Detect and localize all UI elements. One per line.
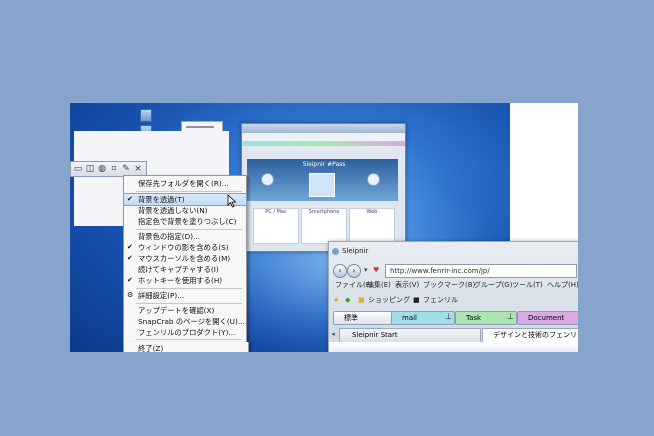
gear-icon: ⚙ bbox=[127, 291, 134, 299]
menu-item-settings[interactable]: ⚙ 詳細設定(P)... bbox=[124, 290, 246, 301]
back-icon[interactable]: ‹ bbox=[333, 264, 347, 278]
menu-item-hotkey[interactable]: ✔ ホットキーを使用する(H) bbox=[124, 275, 246, 286]
menu-separator bbox=[136, 191, 242, 192]
tab-group-document[interactable]: Document bbox=[517, 311, 578, 325]
check-icon: ✔ bbox=[127, 243, 133, 251]
thumbnail-banner: Sleipnir #Pass bbox=[247, 159, 398, 201]
bookmark-bar: ★ ◆ ■ ショッピング ■ フェンリル bbox=[329, 294, 578, 306]
thumbnail-card: PC / Mac bbox=[253, 208, 299, 244]
check-icon: ✔ bbox=[127, 195, 133, 203]
card-label: Smartphone bbox=[308, 209, 340, 215]
menu-bookmark[interactable]: ブックマーク(B) bbox=[423, 280, 475, 291]
thumbnail-card: Smartphone bbox=[301, 208, 347, 244]
card-label: Web bbox=[366, 209, 378, 215]
menu-item-open-folder[interactable]: 保存先フォルダを開く(R)... bbox=[124, 178, 246, 189]
menu-bar: ファイル(F) 編集(E) 表示(V) ブックマーク(B) グループ(G) ツー… bbox=[329, 280, 578, 291]
menu-item-exit[interactable]: 終了(Z) bbox=[124, 343, 246, 352]
bookmark-fenrir[interactable]: フェンリル bbox=[423, 294, 458, 306]
menu-separator bbox=[136, 229, 242, 230]
bookmark-shopping[interactable]: ショッピング bbox=[368, 294, 410, 306]
web-icon[interactable]: ◍ bbox=[97, 164, 107, 174]
tab-group-standard[interactable]: 標準 bbox=[333, 311, 395, 325]
address-bar[interactable]: http://www.fenrir-inc.com/jp/ bbox=[385, 264, 577, 278]
menu-separator bbox=[136, 339, 242, 340]
area-icon[interactable]: ⌗ bbox=[109, 164, 119, 174]
recycle-bin-icon[interactable] bbox=[140, 109, 152, 122]
menu-item-fill-color[interactable]: 指定色で背景を塗りつぶし(C) bbox=[124, 216, 246, 227]
add-bookmark-icon[interactable]: ◆ bbox=[345, 294, 350, 306]
check-icon: ✔ bbox=[127, 276, 133, 284]
feature-icon bbox=[261, 173, 274, 186]
pin-icon[interactable]: ✎ bbox=[121, 164, 131, 174]
window-icon[interactable]: ◫ bbox=[85, 164, 95, 174]
menu-item-mouse-cursor[interactable]: ✔ マウスカーソルを含める(M) bbox=[124, 253, 246, 264]
screenshot-preview: Sleipnir #Pass PC / Mac Smartphone Web ▭… bbox=[70, 103, 578, 352]
banner-logo bbox=[309, 173, 335, 197]
forward-icon[interactable]: › bbox=[347, 264, 361, 278]
sleipnir-logo-icon bbox=[332, 247, 339, 255]
pin-icon[interactable]: ⊥ bbox=[445, 311, 453, 323]
folder-icon: ■ bbox=[358, 296, 365, 304]
menu-group[interactable]: グループ(G) bbox=[474, 280, 512, 291]
fenrir-icon: ■ bbox=[413, 296, 420, 304]
menu-item-bg-color[interactable]: 背景色の指定(D)... bbox=[124, 231, 246, 242]
menu-help[interactable]: ヘルプ(H) bbox=[547, 280, 578, 291]
feature-icon bbox=[367, 173, 380, 186]
banner-text: Sleipnir #Pass bbox=[302, 161, 346, 168]
check-icon: ✔ bbox=[127, 254, 133, 262]
menu-item-continuous[interactable]: 続けてキャプチャする(I) bbox=[124, 264, 246, 275]
favorite-icon[interactable]: ♥ bbox=[373, 266, 379, 274]
dropdown-icon[interactable]: ▾ bbox=[364, 266, 368, 274]
menu-item-snapcrab-page[interactable]: SnapCrab のページを開く(U)... bbox=[124, 316, 246, 327]
menu-item-window-shadow[interactable]: ✔ ウィンドウの影を含める(S) bbox=[124, 242, 246, 253]
tab-fenrir-design[interactable]: デザインと技術のフェンリル bbox=[482, 328, 578, 352]
window-title: Sleipnir bbox=[342, 247, 369, 255]
menu-separator bbox=[136, 288, 242, 289]
close-icon[interactable]: × bbox=[133, 164, 143, 174]
sleipnir-window: Sleipnir ‹ › ▾ ♥ http://www.fenrir-inc.c… bbox=[328, 241, 578, 352]
tab-nav-icon[interactable]: ◂ bbox=[329, 328, 337, 341]
address-text: http://www.fenrir-inc.com/jp/ bbox=[390, 267, 490, 275]
mouse-cursor-icon bbox=[227, 194, 237, 208]
menu-item-update[interactable]: アップデートを確認(X) bbox=[124, 305, 246, 316]
thumbnail-card: Web bbox=[349, 208, 395, 244]
title-bar: Sleipnir bbox=[329, 245, 578, 257]
context-menu-tail: 終了(Z) bbox=[123, 342, 249, 352]
page-content bbox=[329, 342, 578, 352]
capture-icon[interactable]: ▭ bbox=[73, 164, 83, 174]
menu-tools[interactable]: ツール(T) bbox=[512, 280, 543, 291]
menu-item-products[interactable]: フェンリルのプロダクト(Y)... bbox=[124, 327, 246, 338]
card-label: PC / Mac bbox=[265, 209, 287, 215]
menu-separator bbox=[136, 303, 242, 304]
menu-view[interactable]: 表示(V) bbox=[395, 280, 419, 291]
menu-edit[interactable]: 編集(E) bbox=[367, 280, 391, 291]
pin-icon[interactable]: ⊥ bbox=[507, 311, 515, 323]
star-icon[interactable]: ★ bbox=[333, 294, 339, 306]
tab-sleipnir-start[interactable]: Sleipnir Start bbox=[339, 328, 481, 343]
